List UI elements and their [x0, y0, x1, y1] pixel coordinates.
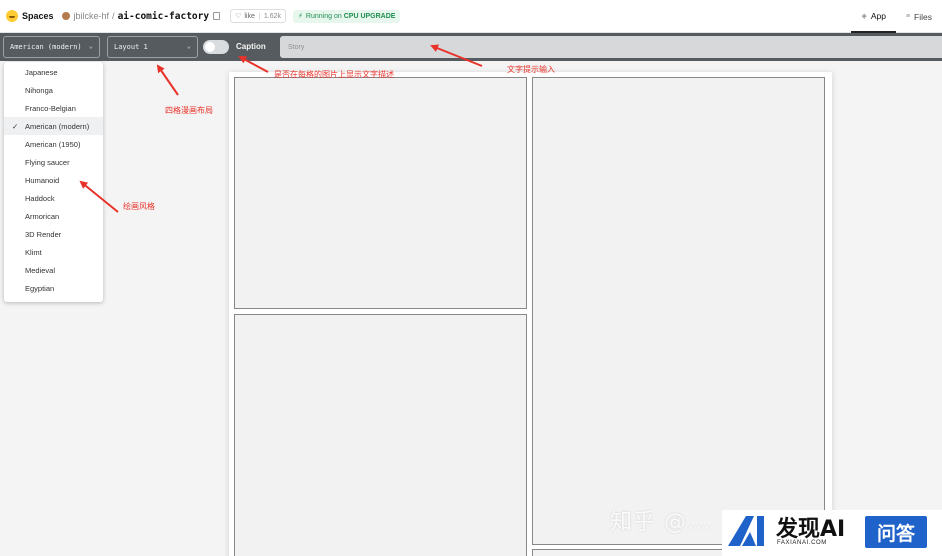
annotation-style: 绘画风格: [123, 202, 155, 211]
option-label: American (1950): [25, 139, 81, 149]
comic-toolbar: American (modern) ⌄ Layout 1 ⌄ Caption S…: [0, 33, 942, 61]
tab-app[interactable]: ◈ App: [851, 0, 896, 33]
chevron-down-icon: ⌄: [88, 42, 93, 50]
bolt-icon: ⚡: [298, 13, 303, 20]
option-label: Haddock: [25, 193, 55, 203]
style-option-american-1950[interactable]: American (1950): [4, 135, 103, 153]
caption-label: Caption: [236, 42, 266, 51]
option-label: Humanoid: [25, 175, 60, 185]
style-option-medieval[interactable]: Medieval: [4, 261, 103, 279]
comic-page: [229, 72, 832, 556]
style-select-value: American (modern): [10, 43, 82, 51]
app-icon: ◈: [861, 12, 867, 20]
style-select[interactable]: American (modern) ⌄: [3, 36, 100, 58]
style-option-klimt[interactable]: Klimt: [4, 243, 103, 261]
watermark-qa-label: 问答: [876, 522, 915, 545]
option-label: Japanese: [25, 67, 58, 77]
option-label: American (modern): [25, 121, 90, 131]
caption-toggle[interactable]: [203, 40, 229, 54]
style-option-japanese[interactable]: Japanese: [4, 63, 103, 81]
status-badge: ⚡ Running on CPU UPGRADE: [293, 9, 401, 23]
option-label: Nihonga: [25, 85, 53, 95]
comic-panel-1: [234, 77, 527, 309]
style-option-franco-belgian[interactable]: Franco-Belgian: [4, 99, 103, 117]
faxianai-logo-icon: [728, 516, 764, 546]
style-option-american-modern[interactable]: ✓ American (modern): [4, 117, 103, 135]
copy-icon[interactable]: [213, 12, 221, 20]
watermark-brand-sub: FAXIANAI.COM: [777, 540, 827, 546]
like-label: like: [244, 12, 255, 20]
style-option-humanoid[interactable]: Humanoid: [4, 171, 103, 189]
annotation-caption: 是否在每格的图片上显示文字描述: [274, 70, 394, 79]
repo-name[interactable]: ai-comic-factory: [118, 11, 210, 22]
watermark-qa-button: 问答: [865, 516, 927, 548]
option-label: Franco-Belgian: [25, 103, 76, 113]
comic-panel-3: [532, 77, 825, 545]
style-option-haddock[interactable]: Haddock: [4, 189, 103, 207]
chevron-down-icon: ⌄: [186, 42, 191, 50]
watermark-brand: 发现AI: [776, 517, 846, 542]
style-option-flying-saucer[interactable]: Flying saucer: [4, 153, 103, 171]
huggingface-logo-icon[interactable]: [6, 10, 18, 22]
arrow-layout: [156, 64, 179, 96]
spaces-link[interactable]: Spaces: [22, 11, 54, 21]
option-label: Egyptian: [25, 283, 55, 293]
option-label: Armorican: [25, 211, 60, 221]
story-input[interactable]: Story: [280, 36, 942, 58]
annotation-story: 文字提示输入: [507, 65, 555, 74]
zhihu-watermark: 知乎 @...: [610, 510, 711, 535]
tab-app-label: App: [870, 10, 886, 21]
layout-select[interactable]: Layout 1 ⌄: [107, 36, 198, 58]
layout-select-value: Layout 1: [114, 43, 148, 51]
story-placeholder: Story: [288, 43, 305, 51]
style-option-egyptian[interactable]: Egyptian: [4, 279, 103, 297]
like-count: 1.62k: [258, 12, 285, 20]
check-icon: ✓: [12, 121, 19, 131]
status-hardware: CPU UPGRADE: [343, 12, 396, 20]
owner-avatar: [61, 12, 70, 20]
option-label: Klimt: [25, 247, 42, 257]
style-dropdown-menu: Japanese Nihonga Franco-Belgian ✓ Americ…: [4, 62, 103, 302]
style-option-nihonga[interactable]: Nihonga: [4, 81, 103, 99]
heart-icon: ♡: [235, 13, 242, 20]
style-option-armorican[interactable]: Armorican: [4, 207, 103, 225]
tab-files[interactable]: ≡ Files: [896, 0, 942, 33]
option-label: Flying saucer: [25, 157, 70, 167]
space-tabs: ◈ App ≡ Files: [851, 0, 942, 33]
option-label: Medieval: [25, 265, 56, 275]
annotation-layout: 四格漫画布局: [165, 106, 213, 115]
path-separator: /: [112, 11, 115, 21]
status-text: Running on: [305, 12, 342, 20]
tab-files-label: Files: [914, 11, 932, 22]
toggle-knob: [205, 42, 215, 52]
style-option-3d-render[interactable]: 3D Render: [4, 225, 103, 243]
comic-panel-2: [234, 314, 527, 556]
owner-link[interactable]: jbilcke-hf: [74, 11, 110, 21]
option-label: 3D Render: [25, 229, 62, 239]
top-bar: Spaces jbilcke-hf / ai-comic-factory ♡ l…: [0, 0, 942, 33]
files-icon: ≡: [905, 13, 911, 20]
like-button[interactable]: ♡ like 1.62k: [230, 9, 286, 23]
